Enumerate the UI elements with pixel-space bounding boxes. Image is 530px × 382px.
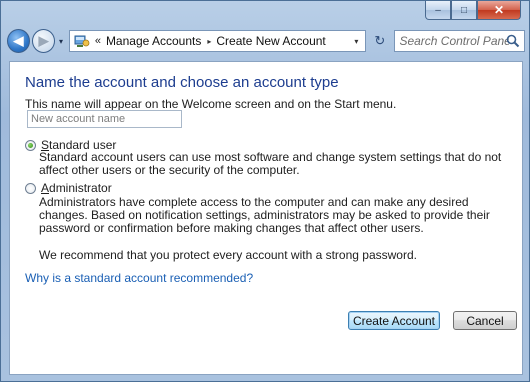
caption-buttons: – □ ✕ [425,1,521,21]
administrator-label[interactable]: Administrator [41,181,112,195]
search-box[interactable] [394,30,525,52]
address-dropdown-icon[interactable]: ▾ [347,31,365,51]
back-button[interactable]: ◀ [7,29,31,53]
control-panel-icon [73,33,91,49]
navigation-bar: ◀ ▶ ▾ « Manage Accounts ▸ Create New Acc… [7,27,525,55]
standard-user-description: Standard account users can use most soft… [39,150,502,177]
search-input[interactable] [399,32,510,50]
password-recommendation: We recommend that you protect every acco… [39,248,417,262]
administrator-description: Administrators have complete access to t… [39,195,490,235]
name-instructions: This name will appear on the Welcome scr… [25,97,397,111]
breadcrumb-separator-icon[interactable]: ▸ [207,37,211,46]
refresh-button[interactable]: ↻ [369,30,390,52]
content-pane: Name the account and choose an account t… [9,61,523,375]
radio-selected-dot [28,142,33,148]
forward-button[interactable]: ▶ [32,29,56,53]
address-bar[interactable]: « Manage Accounts ▸ Create New Account ▾ [68,30,367,52]
minimize-button[interactable]: – [425,1,451,20]
recent-pages-dropdown[interactable]: ▾ [56,37,66,46]
breadcrumb-create-new-account[interactable]: Create New Account [216,34,325,48]
create-account-button[interactable]: Create Account [348,311,440,330]
standard-account-help-link[interactable]: Why is a standard account recommended? [25,271,253,285]
search-icon[interactable] [506,34,520,48]
close-button[interactable]: ✕ [477,1,521,20]
page-title: Name the account and choose an account t… [25,74,339,91]
window-frame: – □ ✕ ◀ ▶ ▾ « Manage Accounts ▸ Create N… [0,0,530,382]
standard-user-radio[interactable] [25,139,36,151]
cancel-button[interactable]: Cancel [453,311,517,330]
administrator-radio[interactable] [25,182,36,194]
account-name-input[interactable] [27,110,182,128]
breadcrumb-manage-accounts[interactable]: Manage Accounts [106,34,201,48]
administrator-option[interactable]: Administrator [25,181,112,195]
maximize-button[interactable]: □ [451,1,477,20]
breadcrumb-overflow-chevron[interactable]: « [95,35,101,47]
